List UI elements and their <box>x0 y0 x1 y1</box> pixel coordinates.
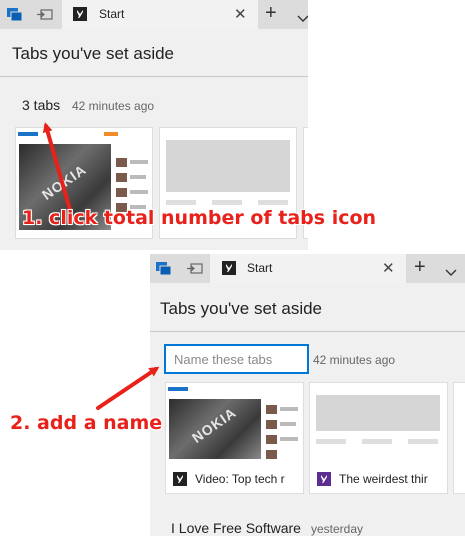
annotation-arrows <box>42 122 160 410</box>
annotation-step-1: 1. click total number of tabs icon <box>22 207 377 229</box>
arrow-to-tab-count <box>42 122 72 212</box>
annotation-step-2: 2. add a name <box>10 412 163 434</box>
arrow-to-name-input <box>96 366 160 410</box>
